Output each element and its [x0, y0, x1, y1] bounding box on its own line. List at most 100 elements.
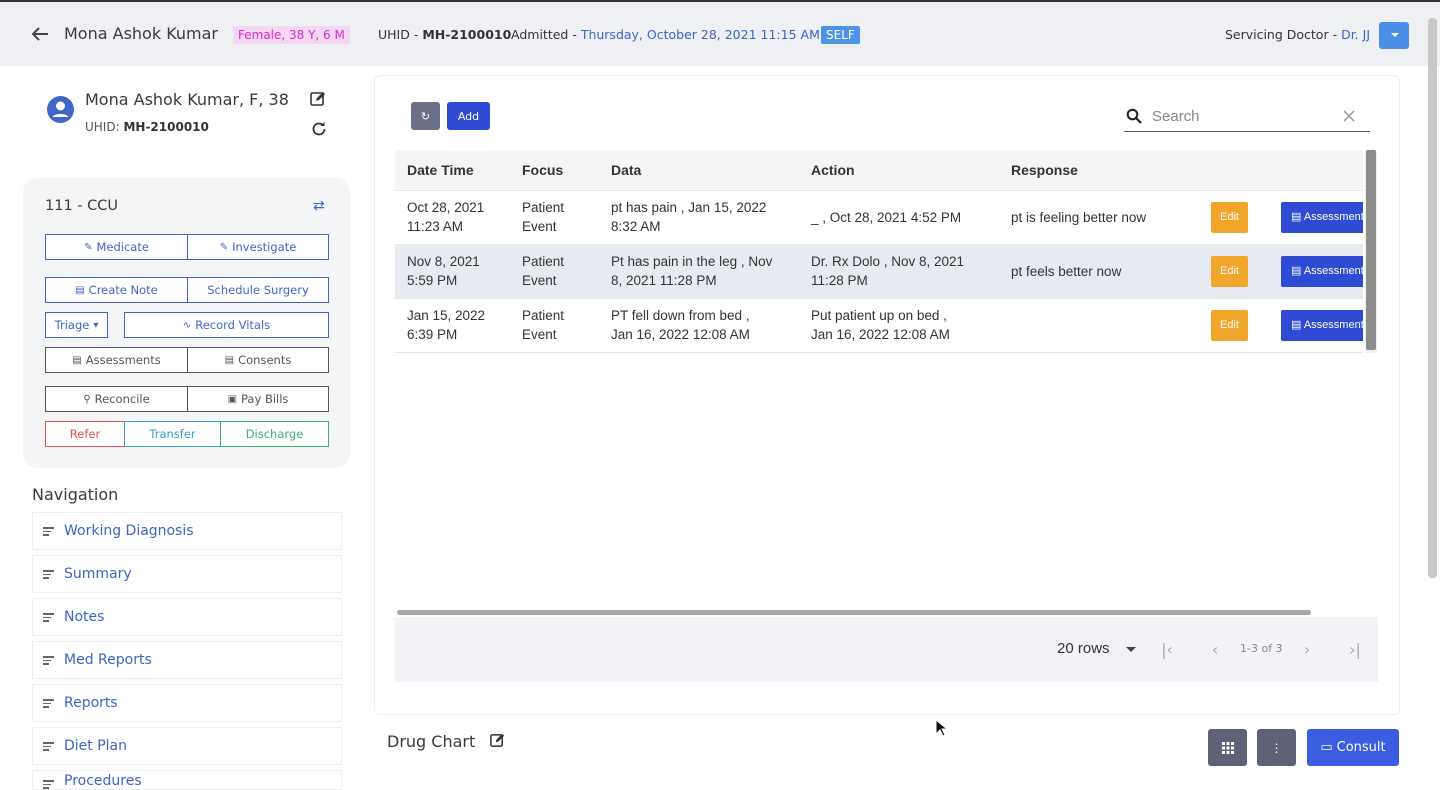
nav-item-med-reports[interactable]: Med Reports — [32, 641, 342, 679]
list-icon — [43, 655, 54, 665]
assessment-button[interactable]: ▤ Assessment — [1281, 255, 1363, 287]
pulse-icon: ∿ — [182, 319, 192, 331]
nav-item-procedures[interactable]: Procedures — [32, 770, 342, 790]
transfer-button[interactable]: Transfer — [124, 421, 221, 447]
assessment-button[interactable]: ▤ Assessment — [1281, 201, 1363, 233]
cell-data: pt has pain , Jan 15, 2022 8:32 AM — [599, 190, 799, 245]
first-page-icon[interactable]: |‹ — [1158, 640, 1176, 659]
clipboard-icon: ▤ — [72, 354, 82, 366]
clipboard-icon: ▤ — [1291, 318, 1304, 331]
search-icon: ⚲ — [83, 393, 91, 405]
cell-response — [999, 298, 1199, 353]
clear-search-icon[interactable] — [1342, 109, 1356, 123]
cell-edit: Edit — [1199, 298, 1269, 353]
clipboard-icon: ▤ — [1291, 264, 1304, 277]
triage-dropdown[interactable]: Triage ▾ — [45, 312, 108, 338]
events-table: Date Time Focus Data Action Response Oct… — [395, 150, 1363, 353]
cell-action: Put patient up on bed , Jan 16, 2022 12:0… — [799, 298, 999, 353]
assessments-button[interactable]: ▤ Assessments — [45, 347, 188, 373]
nav-item-working-diagnosis[interactable]: Working Diagnosis — [32, 512, 342, 550]
cell-response: pt is feeling better now — [999, 190, 1199, 245]
table-row[interactable]: Nov 8, 2021 5:59 PM Patient Event Pt has p… — [395, 244, 1363, 299]
table-row[interactable]: Jan 15, 2022 6:39 PM Patient Event PT fell… — [395, 298, 1363, 353]
gender-age-badge: Female, 38 Y, 6 M — [233, 26, 350, 44]
medicate-button[interactable]: ✎ Medicate — [45, 234, 188, 260]
table-vertical-scrollbar[interactable] — [1366, 150, 1376, 350]
pay-bills-button[interactable]: ▣ Pay Bills — [187, 386, 329, 412]
column-header-edit — [1199, 150, 1269, 191]
nav-item-diet-plan[interactable]: Diet Plan — [32, 727, 342, 765]
edit-button[interactable]: Edit — [1211, 309, 1248, 341]
cell-action: Dr. Rx Dolo , Nov 8, 2021 11:28 PM — [799, 244, 999, 299]
avatar — [47, 96, 74, 123]
bed-label: 111 - CCU — [45, 198, 118, 214]
last-page-icon[interactable]: ›| — [1346, 640, 1364, 659]
refer-button[interactable]: Refer — [45, 421, 125, 447]
uhid: UHID - MH-2100010 — [378, 27, 512, 42]
user-icon — [52, 101, 69, 117]
column-header-action[interactable]: Action — [799, 150, 999, 191]
cell-date-time: Nov 8, 2021 5:59 PM — [395, 244, 510, 299]
caret-down-icon[interactable] — [1126, 647, 1136, 652]
edit-button[interactable]: Edit — [1211, 201, 1248, 233]
table-horizontal-scrollbar[interactable] — [397, 610, 1311, 615]
patient-card-uhid: UHID: MH-2100010 — [85, 120, 209, 134]
page-count: 1-3 of 3 — [1240, 642, 1283, 655]
money-icon: ▣ — [227, 393, 238, 405]
grid-icon — [1221, 741, 1234, 754]
servicing-doctor: Servicing Doctor - Dr. JJ — [1224, 27, 1370, 42]
clipboard-icon: ▤ — [1291, 210, 1304, 223]
record-vitals-button[interactable]: ∿ Record Vitals — [124, 312, 329, 338]
schedule-surgery-button[interactable]: Schedule Surgery — [187, 277, 329, 303]
nav-item-reports[interactable]: Reports — [32, 684, 342, 722]
edit-drug-chart-icon[interactable] — [489, 732, 506, 749]
edit-patient-icon[interactable] — [309, 90, 327, 108]
consents-button[interactable]: ▤ Consents — [187, 347, 329, 373]
back-arrow-icon[interactable] — [30, 24, 50, 44]
previous-page-icon[interactable]: ‹ — [1206, 640, 1224, 659]
rows-per-page-select[interactable]: 20 rows — [1057, 640, 1110, 657]
column-header-data[interactable]: Data — [599, 150, 799, 191]
add-button[interactable]: Add — [447, 102, 490, 130]
list-icon — [43, 779, 54, 789]
search-box — [1124, 100, 1370, 132]
discharge-button[interactable]: Discharge — [220, 421, 329, 447]
column-header-focus[interactable]: Focus — [510, 150, 599, 191]
cell-date-time: Oct 28, 2021 11:23 AM — [395, 190, 510, 245]
table-row[interactable]: Oct 28, 2021 11:23 AM Patient Event pt has… — [395, 190, 1363, 245]
pill-icon: ✎ — [84, 241, 93, 253]
mouse-cursor-icon — [935, 719, 947, 737]
create-note-button[interactable]: ▤ Create Note — [45, 277, 188, 303]
swap-icon[interactable]: ⇄ — [313, 198, 329, 214]
nav-item-summary[interactable]: Summary — [32, 555, 342, 593]
drug-chart-title: Drug Chart — [387, 732, 476, 751]
assessment-button[interactable]: ▤ Assessment — [1281, 309, 1363, 341]
more-options-button[interactable]: ⋮ — [1257, 729, 1296, 766]
cell-edit: Edit — [1199, 244, 1269, 299]
next-page-icon[interactable]: › — [1298, 640, 1316, 659]
cell-assessment: ▤ Assessment — [1269, 244, 1363, 299]
pagination-bar — [395, 617, 1378, 682]
list-icon — [43, 569, 54, 579]
column-header-response[interactable]: Response — [999, 150, 1199, 191]
column-header-date-time[interactable]: Date Time — [395, 150, 510, 191]
apps-button[interactable] — [1208, 729, 1247, 766]
cell-focus: Patient Event — [510, 298, 599, 353]
search-input[interactable] — [1152, 104, 1332, 128]
cell-edit: Edit — [1199, 190, 1269, 245]
investigate-button[interactable]: ✎ Investigate — [187, 234, 329, 260]
edit-button[interactable]: Edit — [1211, 255, 1248, 287]
cell-data: Pt has pain in the leg , Nov 8, 2021 11:2… — [599, 244, 799, 299]
admitted-date: Thursday, October 28, 2021 11:15 AM — [580, 27, 820, 42]
clipboard-icon: ▤ — [224, 354, 235, 366]
reconcile-button[interactable]: ⚲ Reconcile — [45, 386, 188, 412]
refresh-table-button[interactable]: ↻ — [411, 102, 440, 130]
nav-item-notes[interactable]: Notes — [32, 598, 342, 636]
refresh-icon[interactable] — [310, 120, 328, 138]
consult-button[interactable]: ▭ Consult — [1307, 729, 1399, 766]
search-icon — [1126, 108, 1142, 124]
cell-assessment: ▤ Assessment — [1269, 298, 1363, 353]
cell-assessment: ▤ Assessment — [1269, 190, 1363, 245]
page-scrollbar[interactable] — [1428, 18, 1437, 578]
doctor-dropdown-button[interactable] — [1379, 22, 1409, 49]
